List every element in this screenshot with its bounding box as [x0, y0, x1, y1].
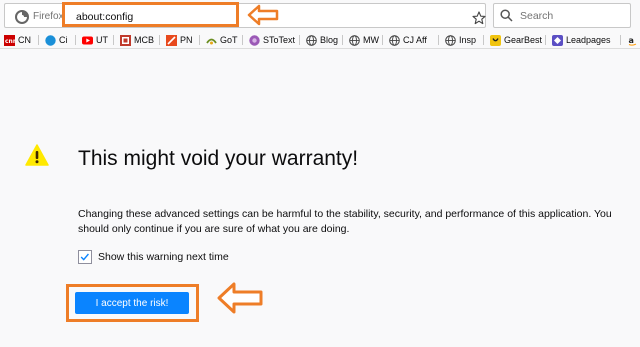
bookmark-separator: [38, 35, 39, 45]
bookmark-insp[interactable]: Insp: [445, 33, 476, 47]
got-favicon-icon: [206, 38, 217, 44]
bookmark-leadpages[interactable]: Leadpages: [552, 33, 611, 47]
checkmark-icon: [80, 253, 89, 261]
bookmark-separator: [382, 35, 383, 45]
cn-favicon-icon: cnn: [4, 34, 15, 46]
bookmark-gearbest[interactable]: GearBest: [490, 33, 542, 47]
globe-icon: [349, 34, 360, 46]
navigation-toolbar: Firefox about:config Search: [0, 0, 640, 31]
svg-text:a: a: [629, 36, 634, 45]
bookmark-stotext[interactable]: SToText: [249, 33, 295, 47]
globe-icon: [306, 34, 317, 46]
search-icon: [500, 9, 513, 22]
bookmark-separator: [342, 35, 343, 45]
youtube-icon: [82, 36, 93, 44]
bookmark-cj-aff[interactable]: CJ Aff: [389, 33, 427, 47]
bookmark-separator: [438, 35, 439, 45]
globe-icon: [389, 34, 400, 46]
page-title: This might void your warranty!: [78, 147, 359, 170]
leadpages-favicon-icon: [552, 34, 563, 46]
bookmark-separator: [242, 35, 243, 45]
bookmark-mw[interactable]: MW: [349, 33, 379, 47]
annotation-arrow-url: [247, 4, 279, 26]
globe-icon: [445, 34, 456, 46]
bookmark-star-icon[interactable]: [472, 11, 486, 25]
bookmark-got[interactable]: GoT: [206, 33, 238, 47]
bookmark-separator: [159, 35, 160, 45]
bookmark-separator: [199, 35, 200, 45]
bookmarks-toolbar: cnn CN Ci UT MCB PN GoT SToText Blog MW: [0, 31, 640, 49]
bookmark-separator: [620, 35, 621, 45]
bookmark-blog[interactable]: Blog: [306, 33, 338, 47]
gearbest-favicon-icon: [490, 34, 501, 46]
pn-favicon-icon: [166, 34, 177, 46]
bookmark-cn[interactable]: cnn CN: [4, 33, 31, 47]
bookmark-pn[interactable]: PN: [166, 33, 193, 47]
bookmark-mcb[interactable]: MCB: [120, 33, 154, 47]
bookmark-separator: [75, 35, 76, 45]
stotext-favicon-icon: [249, 34, 260, 46]
warning-icon: [25, 144, 49, 166]
show-warning-checkbox[interactable]: [78, 250, 92, 264]
bookmark-separator: [113, 35, 114, 45]
url-annotation-box: [62, 2, 239, 27]
bookmark-ci[interactable]: Ci: [45, 33, 68, 47]
accept-risk-button[interactable]: I accept the risk!: [75, 292, 189, 314]
search-placeholder: Search: [520, 10, 554, 22]
bookmark-amazon[interactable]: a: [627, 33, 640, 47]
show-warning-label[interactable]: Show this warning next time: [98, 251, 229, 263]
bookmark-separator: [545, 35, 546, 45]
mcb-favicon-icon: [120, 34, 131, 46]
bookmark-separator: [483, 35, 484, 45]
ci-favicon-icon: [45, 34, 56, 46]
identity-label: Firefox: [33, 11, 64, 22]
firefox-icon: [15, 10, 29, 24]
svg-text:cnn: cnn: [5, 38, 15, 45]
warning-description: Changing these advanced settings can be …: [78, 208, 612, 235]
bookmark-ut[interactable]: UT: [82, 33, 108, 47]
annotation-arrow-button: [217, 282, 263, 314]
search-bar[interactable]: Search: [493, 3, 631, 28]
bookmark-separator: [299, 35, 300, 45]
amazon-icon: a: [629, 36, 637, 46]
